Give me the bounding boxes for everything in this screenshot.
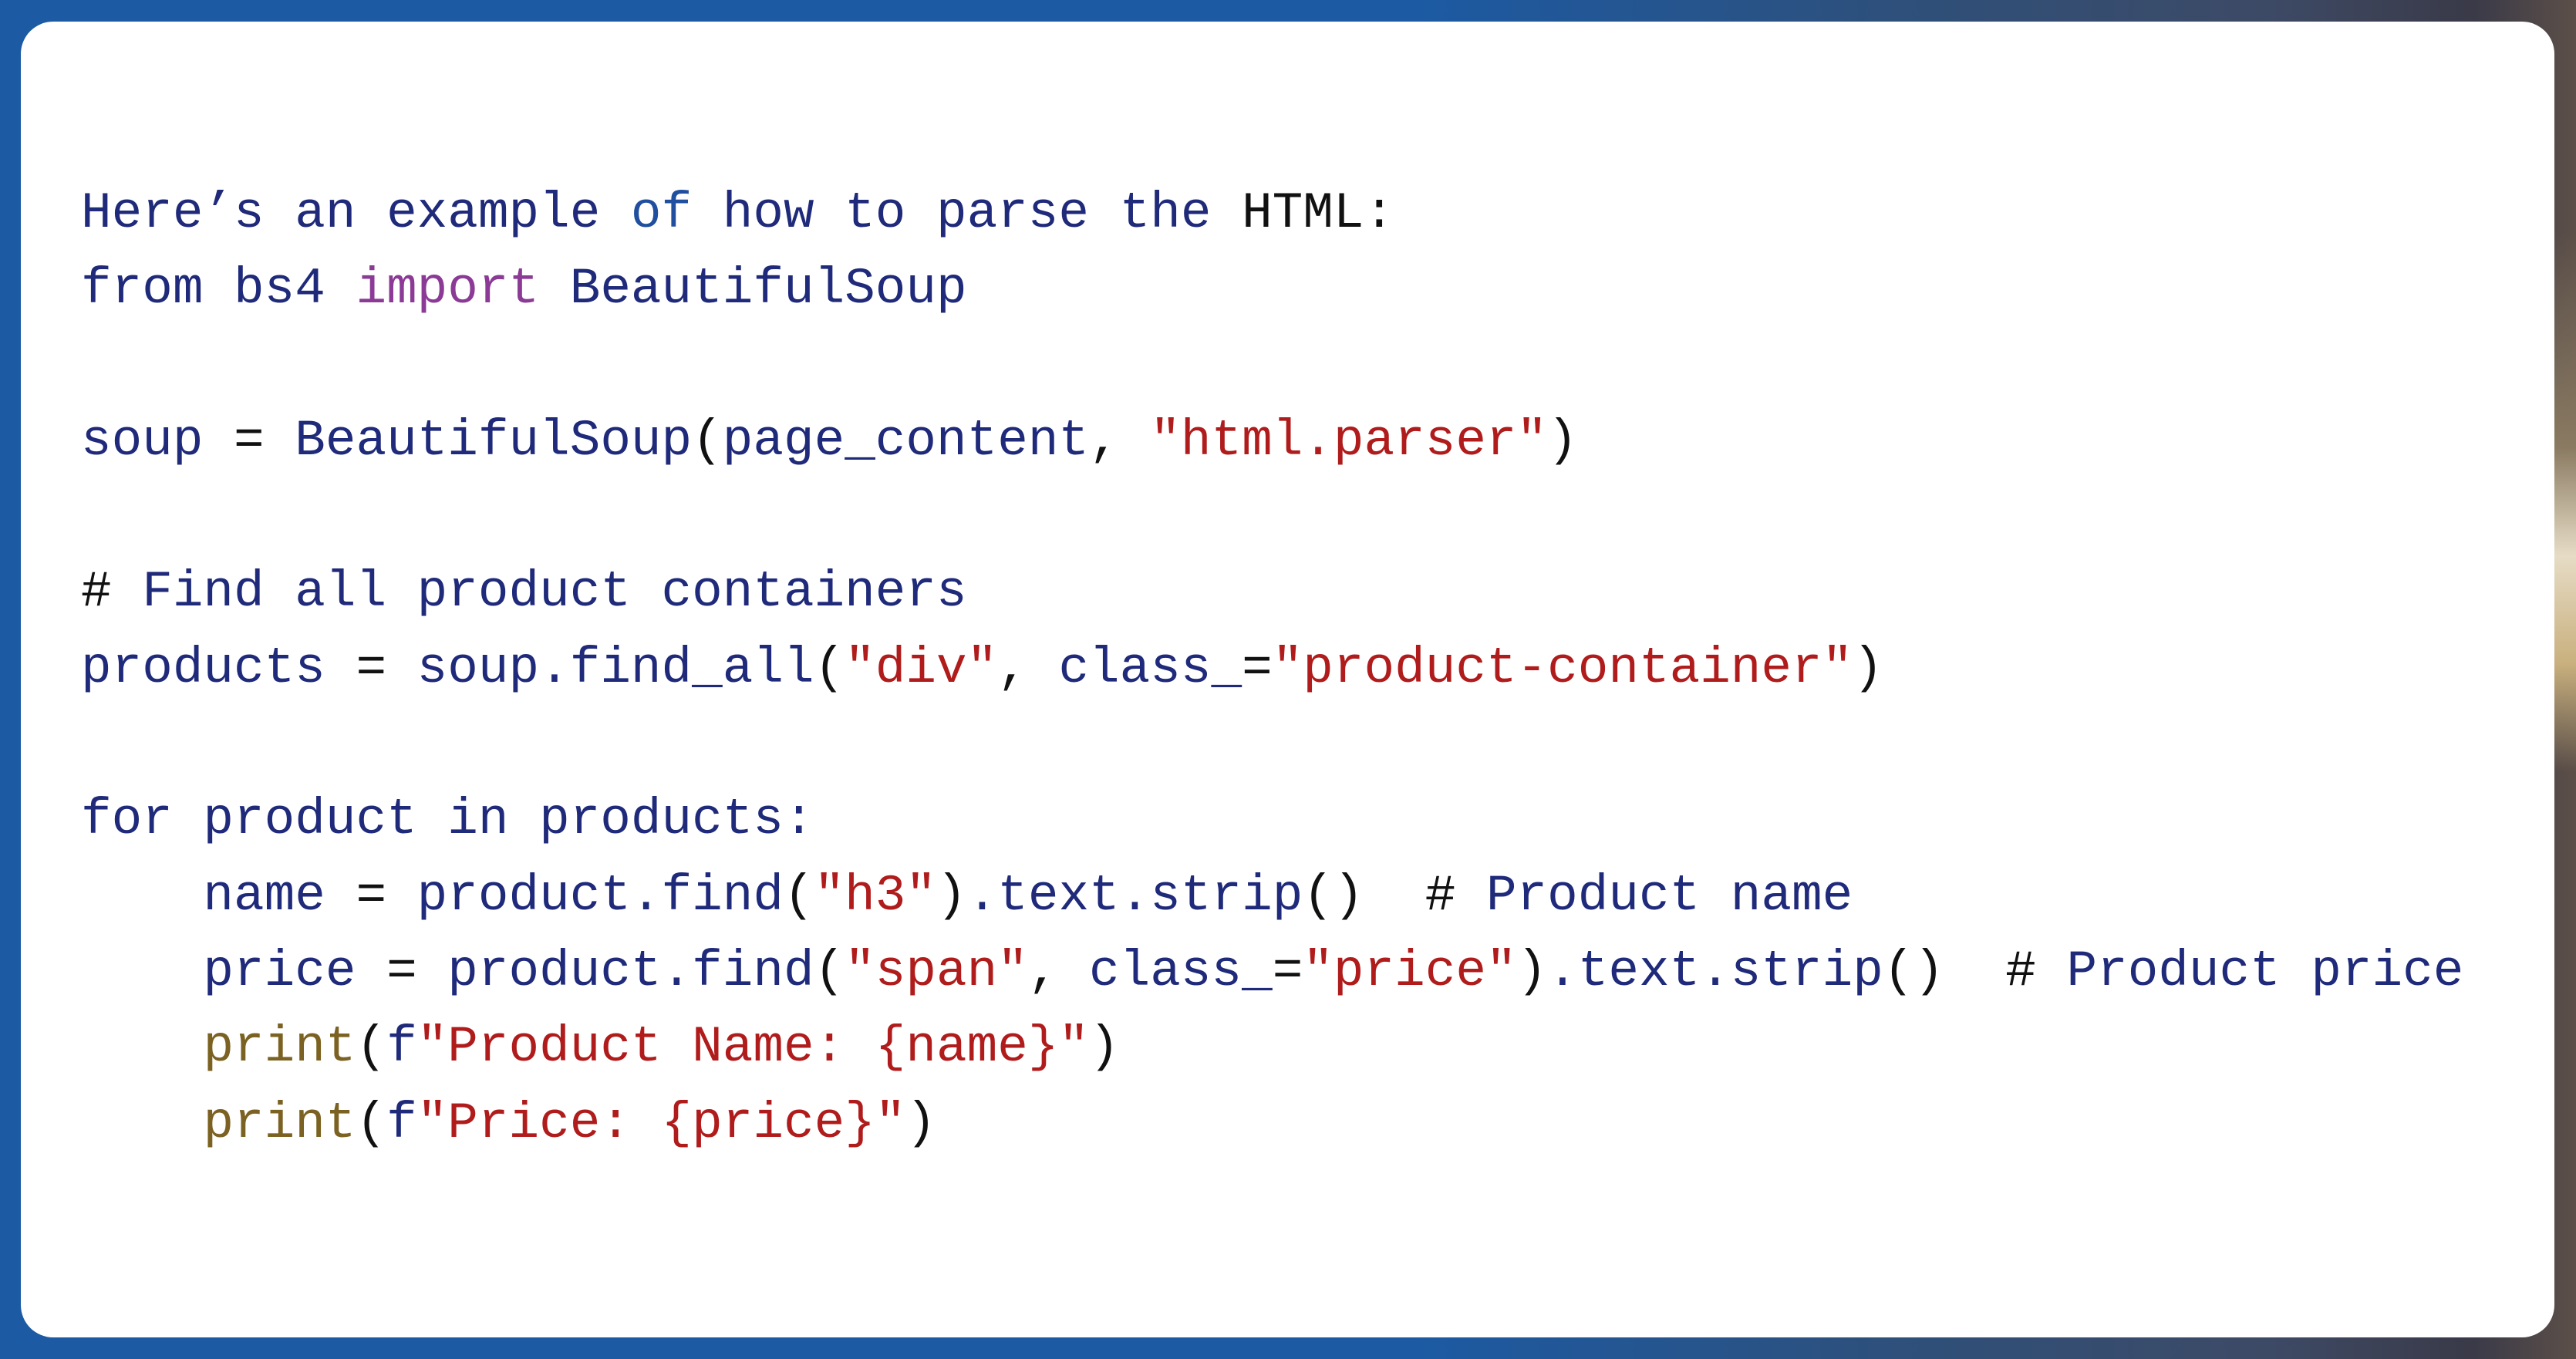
code-token: =	[234, 411, 265, 470]
code-token: (	[692, 411, 723, 470]
code-token: Product name	[1485, 866, 1853, 925]
code-line: print(f"Price: {price}")	[81, 1086, 2463, 1162]
code-token: )	[905, 1094, 937, 1152]
code-token: "Product Name: {name}"	[416, 1018, 1090, 1077]
code-token: BeautifulSoup	[539, 260, 967, 319]
code-token: ,	[1027, 942, 1090, 1000]
code-line: products = soup.find_all("div", class_="…	[81, 631, 2463, 706]
code-block: Here’s an example of how to parse the HT…	[81, 176, 2463, 1162]
code-token: BeautifulSoup	[264, 411, 693, 470]
code-token: "product-container"	[1272, 639, 1853, 697]
code-token: =	[356, 639, 387, 697]
code-token: =	[1242, 639, 1273, 697]
code-token: "price"	[1303, 942, 1517, 1000]
code-line: name = product.find("h3").text.strip() #…	[81, 858, 2463, 934]
code-token: )	[936, 866, 967, 925]
code-token: (	[814, 639, 845, 697]
code-token: price	[81, 942, 387, 1000]
code-token: ,	[997, 639, 1059, 697]
code-token: ()	[1303, 866, 1364, 925]
code-token: soup	[81, 411, 234, 470]
code-token: "h3"	[814, 866, 937, 925]
code-token: how to parse the	[692, 184, 1242, 242]
code-token: #	[1944, 942, 2067, 1000]
code-token: (	[356, 1018, 387, 1077]
code-token: page_content	[722, 411, 1090, 470]
code-token: )	[1089, 1018, 1120, 1077]
code-line: price = product.find("span", class_="pri…	[81, 934, 2463, 1010]
code-token: =	[386, 942, 417, 1000]
code-token: of	[630, 184, 693, 242]
code-token: print	[203, 1094, 356, 1152]
code-token: =	[356, 866, 387, 925]
code-token: (	[356, 1094, 387, 1152]
code-token: "div"	[845, 639, 998, 697]
code-token: "span"	[845, 942, 1028, 1000]
code-token: Find all product containers	[142, 563, 967, 622]
code-token: print	[203, 1018, 356, 1077]
code-token: HTML:	[1242, 184, 1395, 242]
code-token: )	[1547, 411, 1578, 470]
code-token: (	[814, 942, 845, 1000]
code-token: (	[783, 866, 814, 925]
code-token: f	[386, 1018, 417, 1077]
code-line: Here’s an example of how to parse the HT…	[81, 176, 2463, 251]
code-token: ()	[1883, 942, 1945, 1000]
code-token: for product in products:	[81, 791, 814, 849]
code-token: #	[1364, 866, 1486, 925]
code-token: product.find	[416, 942, 814, 1000]
code-token: "html.parser"	[1150, 411, 1548, 470]
code-token: import	[356, 260, 540, 319]
code-line: soup = BeautifulSoup(page_content, "html…	[81, 403, 2463, 479]
code-token: soup.find_all	[386, 639, 814, 697]
code-token: =	[1272, 942, 1303, 1000]
code-token: Here’s an example	[81, 184, 631, 242]
code-token: )	[1516, 942, 1548, 1000]
code-token: Product price	[2066, 942, 2464, 1000]
code-token: from bs4	[81, 260, 356, 319]
code-token: .text.strip	[1547, 942, 1883, 1000]
code-line: # Find all product containers	[81, 555, 2463, 630]
code-token: name	[81, 866, 356, 925]
code-token: class_	[1089, 942, 1273, 1000]
code-token: "Price: {price}"	[416, 1094, 906, 1152]
code-token: )	[1853, 639, 1883, 697]
code-line: from bs4 import BeautifulSoup	[81, 251, 2463, 327]
code-line: for product in products:	[81, 782, 2463, 858]
code-token: #	[81, 563, 143, 622]
code-line: print(f"Product Name: {name}")	[81, 1010, 2463, 1085]
code-token: ,	[1089, 411, 1151, 470]
code-token: products	[81, 639, 356, 697]
code-card: Here’s an example of how to parse the HT…	[21, 22, 2554, 1337]
code-token: product.find	[386, 866, 784, 925]
code-token: f	[386, 1094, 417, 1152]
code-token: .text.strip	[966, 866, 1303, 925]
code-token: class_	[1058, 639, 1242, 697]
